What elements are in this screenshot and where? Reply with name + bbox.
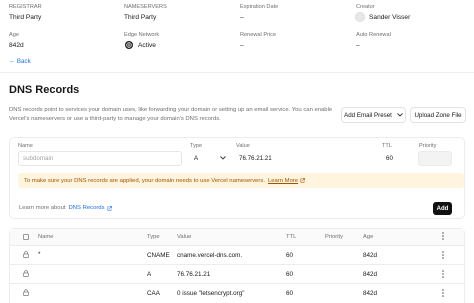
notice-text: To make sure your DNS records are applie… [24,177,265,184]
nameserver-notice: To make sure your DNS records are applie… [18,173,464,188]
add-email-preset-label: Add Email Preset [344,111,392,119]
row-type: A [147,271,152,278]
more-vertical-icon[interactable] [442,289,446,297]
name-field-label: Name [18,143,33,149]
auto-renewal-value: – [356,42,360,49]
edge-network-value: Active [138,42,156,49]
chevron-down-icon [397,113,403,117]
renewal-price-value: – [240,42,244,49]
priority-input[interactable] [418,151,452,166]
lock-icon [23,270,29,277]
type-select-value: A [194,155,199,162]
external-link-icon [300,178,305,183]
header-age: Age [363,234,374,240]
globe-icon [125,41,133,49]
table-header [10,229,464,246]
type-select[interactable]: A [190,151,230,166]
dns-title: DNS Records [9,84,80,96]
creator-value: Sander Visser [369,14,411,21]
row-age: 842d [363,290,378,297]
external-link-icon [107,205,112,211]
renewal-price-label: Renewal Price [240,32,277,38]
registrar-value: Third Party [9,14,42,21]
type-field-label: Type [190,143,203,149]
more-vertical-icon[interactable] [442,270,446,278]
add-email-preset-button[interactable]: Add Email Preset [341,107,406,123]
row-name: * [38,251,41,258]
avatar [355,12,365,22]
age-label: Age [9,32,19,38]
name-input[interactable]: subdomain [18,151,182,166]
header-ttl: TTL [286,234,297,240]
ttl-field-label: TTL [382,143,392,149]
nameservers-label: NAMESERVERS [124,4,167,10]
header-name: Name [38,234,54,240]
row-value: cname.vercel-dns.com. [177,252,243,259]
expiration-label: Expiration Date [240,4,279,10]
dns-description-line-2: Vercel's nameservers or use a third-part… [9,116,221,122]
add-record-button[interactable]: Add [433,202,452,215]
auto-renewal-label: Auto Renewal [356,32,391,38]
select-all-checkbox[interactable] [23,234,29,240]
row-age: 842d [363,252,378,259]
registrar-label: REGISTRAR [9,4,42,10]
ttl-input[interactable]: 60 [382,151,412,166]
notice-learn-more-link[interactable]: Learn More [268,178,298,184]
row-ttl: 60 [286,252,294,259]
row-ttl: 60 [286,290,294,297]
nameservers-value: Third Party [124,14,157,21]
more-vertical-icon[interactable] [442,232,446,240]
row-age: 842d [363,271,378,278]
header-type: Type [147,234,160,240]
chevron-down-icon [220,156,226,160]
dns-records-docs-link[interactable]: DNS Records [69,205,105,211]
value-input[interactable]: 76.76.21.21 [234,151,374,166]
row-type: CNAME [147,252,170,259]
table-row [10,265,464,284]
row-type: CAA [147,290,160,297]
header-priority: Priority [325,234,344,240]
expiration-value: – [240,14,244,21]
dns-description: DNS records point to services your domai… [9,106,339,124]
creator-label: Creator [356,4,375,10]
learn-more-prefix: Learn more about [19,205,66,211]
more-vertical-icon[interactable] [442,251,446,259]
back-link[interactable]: ← Back [9,58,31,65]
value-field-label: Value [236,143,250,149]
upload-zone-file-button[interactable]: Upload Zone File [410,107,466,123]
header-value: Value [177,234,192,240]
divider [0,72,474,73]
edge-network-label: Edge Network [124,32,160,38]
row-value: 0 issue "letsencrypt.org" [177,290,245,297]
age-value: 842d [9,42,24,49]
priority-field-label: Priority [419,143,437,149]
row-ttl: 60 [286,271,294,278]
learn-more-row: Learn more about DNS Records [19,205,112,211]
lock-icon [23,251,29,258]
row-value: 76.76.21.21 [177,271,211,278]
dns-description-line-1: DNS records point to services your domai… [9,107,333,113]
lock-icon [23,289,29,296]
